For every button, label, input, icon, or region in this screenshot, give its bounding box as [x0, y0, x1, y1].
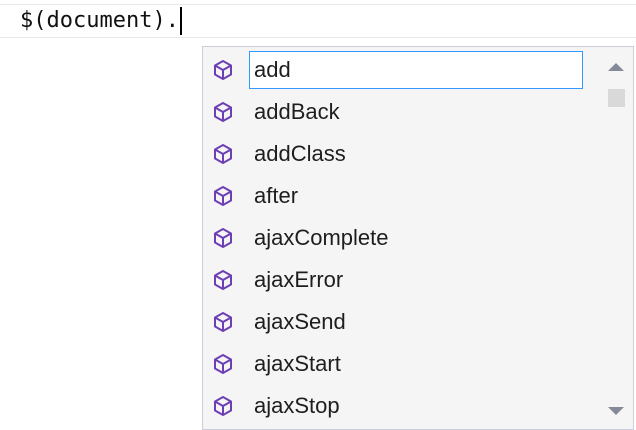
code-line-text: $(document).: [20, 8, 179, 33]
completion-item[interactable]: ajaxSend: [203, 301, 599, 343]
completion-items: add addBack addClass after ajaxComplete …: [203, 47, 599, 427]
method-cube-icon: [214, 186, 232, 206]
completion-item[interactable]: ajaxError: [203, 259, 599, 301]
completion-item[interactable]: after: [203, 175, 599, 217]
vertical-scrollbar[interactable]: [599, 47, 633, 429]
completion-item[interactable]: addClass: [203, 133, 599, 175]
completion-item-label: ajaxSend: [254, 309, 346, 334]
method-cube-icon: [214, 60, 232, 80]
completion-item-label: ajaxError: [254, 267, 344, 292]
method-cube-icon: [214, 102, 232, 122]
method-cube-icon: [214, 312, 232, 332]
code-text[interactable]: $(document).: [20, 7, 182, 35]
completion-item[interactable]: ajaxComplete: [203, 217, 599, 259]
completion-item-label: add: [249, 51, 583, 89]
text-caret: [179, 7, 182, 35]
scrollbar-thumb[interactable]: [608, 89, 625, 107]
completion-item-label: ajaxStart: [254, 351, 341, 376]
method-cube-icon: [214, 270, 232, 290]
code-editor-line[interactable]: $(document).: [0, 0, 636, 44]
completion-item[interactable]: ajaxStop: [203, 385, 599, 427]
method-cube-icon: [214, 144, 232, 164]
completion-item[interactable]: ajaxStart: [203, 343, 599, 385]
scroll-up-arrow-icon[interactable]: [608, 63, 624, 71]
completion-item-label: after: [254, 183, 299, 208]
scroll-down-arrow-icon[interactable]: [608, 407, 624, 415]
method-cube-icon: [214, 354, 232, 374]
completion-item[interactable]: addBack: [203, 91, 599, 133]
completion-item-label: addClass: [254, 141, 346, 166]
method-cube-icon: [214, 396, 232, 416]
completion-item-label: ajaxComplete: [254, 225, 389, 250]
intellisense-completion-list[interactable]: add addBack addClass after ajaxComplete …: [202, 46, 634, 430]
completion-item-label: ajaxStop: [254, 393, 340, 418]
method-cube-icon: [214, 228, 232, 248]
completion-item[interactable]: add: [203, 49, 599, 91]
completion-item-label: addBack: [254, 99, 340, 124]
